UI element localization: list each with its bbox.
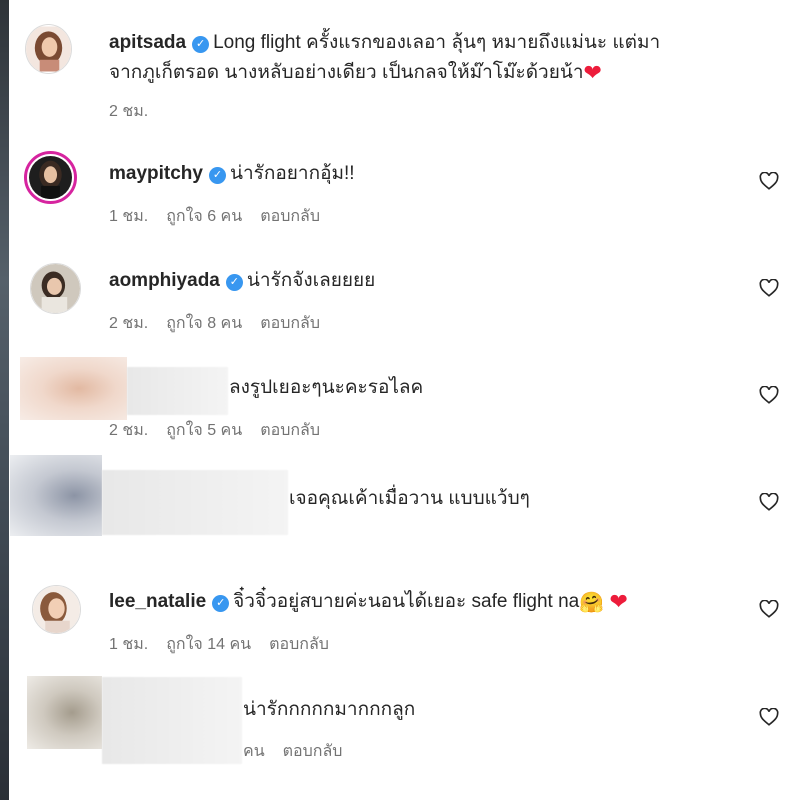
like-button[interactable] (758, 170, 780, 192)
comment-text: เจอคุณเค้าเมื่อวาน แบบแว้บๆ (289, 488, 530, 509)
profile-photo-icon (29, 156, 72, 199)
reply-button[interactable]: ตอบกลับ (269, 636, 329, 653)
like-button[interactable] (758, 491, 780, 513)
red-heart-emoji: ❤ (609, 589, 628, 614)
heart-outline-icon (759, 279, 779, 297)
reply-button[interactable]: ตอบกลับ (260, 315, 320, 332)
username[interactable]: maypitchy (109, 163, 203, 184)
verified-badge-icon: ✓ (192, 36, 210, 53)
heart-outline-icon (759, 493, 779, 511)
comment-text: น่ารักจังเลยยยย (246, 270, 376, 291)
comment-time: 1 ชม. (109, 636, 149, 653)
avatar[interactable] (25, 24, 72, 74)
comment-time: 2 ชม. (109, 422, 149, 439)
verified-badge-icon: ✓ (212, 595, 230, 612)
comment-text-continued: จากภูเก็ตรอด นางหลับอย่างเดียว เป็นกลจให… (109, 62, 584, 83)
reply-button[interactable]: ตอบกลับ (283, 743, 343, 760)
reply-button[interactable]: ตอบกลับ (260, 422, 320, 439)
comment-time: 2 ชม. (109, 315, 149, 332)
hugging-face-emoji: 🤗 (579, 592, 605, 614)
like-button[interactable] (758, 384, 780, 406)
profile-photo-icon (33, 586, 80, 633)
heart-outline-icon (759, 172, 779, 190)
blurred-avatar[interactable] (27, 676, 102, 749)
like-button[interactable] (758, 598, 780, 620)
blurred-username (102, 470, 288, 535)
likes-count[interactable]: ถูกใจ 5 คน (166, 422, 242, 439)
blurred-username (127, 367, 228, 415)
likes-count[interactable]: ถูกใจ 14 คน (166, 636, 251, 653)
verified-badge-icon: ✓ (208, 167, 226, 184)
comment-time: 1 ชม. (109, 208, 149, 225)
heart-outline-icon (759, 600, 779, 618)
background-photo-edge (0, 0, 9, 800)
username[interactable]: apitsada (109, 32, 186, 53)
blurred-username (102, 677, 242, 764)
comment-text: Long flight ครั้งแรกของเลอา ลุ้นๆ หมายถึ… (213, 32, 661, 53)
avatar[interactable] (32, 585, 81, 634)
heart-outline-icon (759, 386, 779, 404)
username[interactable]: lee_natalie (109, 591, 206, 612)
red-heart-emoji: ❤ (583, 60, 602, 85)
username[interactable]: aomphiyada (109, 270, 220, 291)
reply-button[interactable]: ตอบกลับ (260, 208, 320, 225)
comment-text: น่ารักอยากอุ้ม!! (229, 163, 355, 184)
likes-count[interactable]: ถูกใจ 8 คน (166, 315, 242, 332)
like-button[interactable] (758, 277, 780, 299)
verified-badge-icon: ✓ (225, 274, 243, 291)
blurred-avatar[interactable] (10, 455, 102, 536)
likes-count[interactable]: ถูกใจ 6 คน (166, 208, 242, 225)
avatar[interactable] (24, 151, 77, 204)
comment-time: 2 ชม. (109, 103, 149, 120)
comment-text: จิ๋วจิ๋วอยู่สบายค่ะนอนได้เยอะ safe fligh… (233, 591, 580, 612)
profile-photo-icon (31, 264, 80, 313)
profile-photo-icon (26, 26, 71, 72)
like-button[interactable] (758, 706, 780, 728)
comment-text: น่ารักกกกกมากกกลูก (243, 699, 416, 720)
heart-outline-icon (759, 708, 779, 726)
blurred-avatar[interactable] (20, 357, 127, 420)
comment-text: ลงรูปเยอะๆนะคะรอไลค (229, 377, 424, 398)
avatar[interactable] (30, 263, 81, 314)
likes-count[interactable]: คน (243, 743, 265, 760)
